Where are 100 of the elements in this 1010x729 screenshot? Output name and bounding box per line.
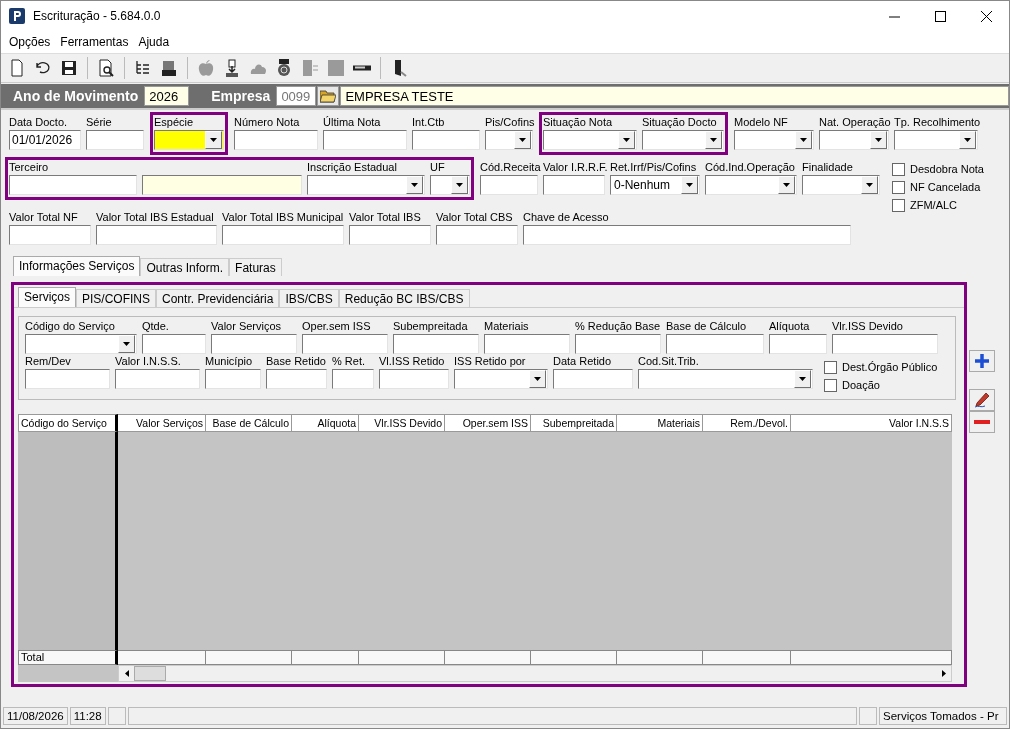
text-field[interactable]	[9, 175, 137, 195]
dropdown-button[interactable]	[861, 176, 878, 194]
dropdown-field[interactable]	[802, 175, 880, 195]
field-label: Inscrição Estadual	[307, 160, 398, 175]
text-field[interactable]	[436, 225, 518, 245]
scroll-thumb[interactable]	[134, 666, 166, 681]
edit-button[interactable]	[969, 389, 995, 411]
dropdown-field[interactable]	[819, 130, 889, 150]
column-header[interactable]: Vlr.ISS Devido	[359, 414, 445, 432]
dropdown-field[interactable]	[894, 130, 978, 150]
text-field[interactable]	[205, 369, 261, 389]
add-button[interactable]	[969, 350, 995, 372]
dropdown-button[interactable]	[778, 176, 795, 194]
dropdown-button[interactable]	[529, 370, 546, 388]
text-field[interactable]	[234, 130, 318, 150]
text-field[interactable]	[142, 334, 206, 354]
tab[interactable]: PIS/COFINS	[76, 289, 157, 307]
menu-item[interactable]: Ferramentas	[55, 35, 134, 49]
column-header[interactable]: Base de Cálculo	[206, 414, 292, 432]
text-field[interactable]	[266, 369, 327, 389]
field-label: Vl.ISS Retido	[379, 354, 446, 369]
column-header[interactable]: Valor Serviços	[118, 414, 206, 432]
text-field[interactable]	[666, 334, 764, 354]
checkbox[interactable]	[824, 360, 837, 374]
text-field[interactable]	[553, 369, 633, 389]
checkbox[interactable]	[892, 180, 905, 194]
dropdown-button[interactable]	[705, 131, 722, 149]
open-folder-button[interactable]	[317, 86, 340, 106]
text-field[interactable]	[86, 130, 144, 150]
tab[interactable]: Redução BC IBS/CBS	[338, 289, 470, 307]
company-name-field[interactable]: EMPRESA TESTE	[340, 86, 1009, 106]
text-field[interactable]	[349, 225, 431, 245]
text-field[interactable]	[484, 334, 570, 354]
text-field[interactable]	[9, 225, 91, 245]
field-label: Subempreitada	[393, 319, 469, 334]
text-field[interactable]	[379, 369, 449, 389]
dropdown-field[interactable]	[642, 130, 724, 150]
text-field[interactable]	[302, 334, 388, 354]
dropdown-field[interactable]	[705, 175, 797, 195]
dropdown-field[interactable]	[543, 130, 637, 150]
text-field[interactable]	[523, 225, 851, 245]
horizontal-scrollbar[interactable]	[118, 665, 952, 682]
menu-item[interactable]: Opções	[4, 35, 56, 49]
checkbox[interactable]	[892, 198, 905, 212]
text-field[interactable]	[115, 369, 200, 389]
year-field[interactable]: 2026	[144, 86, 190, 106]
dropdown-field[interactable]: 0-Nenhum	[610, 175, 700, 195]
column-header[interactable]: Oper.sem ISS	[445, 414, 531, 432]
column-header[interactable]: Valor I.N.S.S	[791, 414, 952, 432]
checkbox[interactable]	[824, 378, 837, 392]
text-field[interactable]: 01/01/2026	[9, 130, 81, 150]
text-field[interactable]	[332, 369, 374, 389]
text-field[interactable]	[25, 369, 110, 389]
caret-icon	[710, 138, 717, 142]
dropdown-field[interactable]	[307, 175, 425, 195]
remove-button[interactable]	[969, 411, 995, 433]
dropdown-field[interactable]	[430, 175, 470, 195]
text-field[interactable]	[769, 334, 827, 354]
dropdown-button[interactable]	[618, 131, 635, 149]
text-field[interactable]	[222, 225, 344, 245]
status-panel	[859, 707, 877, 725]
dropdown-button[interactable]	[795, 131, 812, 149]
dropdown-field[interactable]	[638, 369, 813, 389]
text-field[interactable]	[575, 334, 661, 354]
column-header[interactable]: Materiais	[617, 414, 703, 432]
text-field[interactable]	[543, 175, 605, 195]
text-field[interactable]	[480, 175, 538, 195]
text-field[interactable]	[96, 225, 217, 245]
text-field[interactable]	[211, 334, 297, 354]
text-field[interactable]	[412, 130, 480, 150]
dropdown-button[interactable]	[514, 131, 531, 149]
dropdown-button[interactable]	[681, 176, 698, 194]
tab[interactable]: Informações Serviços	[13, 256, 141, 276]
text-field[interactable]	[393, 334, 479, 354]
display-field[interactable]	[142, 175, 302, 195]
dropdown-button[interactable]	[794, 370, 811, 388]
dropdown-button[interactable]	[205, 131, 222, 149]
dropdown-field[interactable]	[154, 130, 224, 150]
tab[interactable]: IBS/CBS	[279, 289, 339, 307]
dropdown-field[interactable]	[485, 130, 533, 150]
tab[interactable]: Faturas	[229, 258, 282, 276]
text-field[interactable]	[832, 334, 938, 354]
dropdown-button[interactable]	[406, 176, 423, 194]
tab[interactable]: Serviços	[18, 287, 76, 307]
dropdown-button[interactable]	[118, 335, 135, 353]
dropdown-field[interactable]	[454, 369, 548, 389]
dropdown-field[interactable]	[734, 130, 814, 150]
menu-item[interactable]: Ajuda	[133, 35, 175, 49]
company-code-field[interactable]: 0099	[276, 86, 317, 106]
checkbox[interactable]	[892, 162, 905, 176]
dropdown-button[interactable]	[451, 176, 468, 194]
text-field[interactable]	[323, 130, 407, 150]
dropdown-field[interactable]	[25, 334, 137, 354]
tab[interactable]: Outras Inform.	[140, 258, 230, 276]
column-header[interactable]: Subempreitada	[531, 414, 617, 432]
dropdown-button[interactable]	[959, 131, 976, 149]
dropdown-button[interactable]	[870, 131, 887, 149]
column-header[interactable]: Rem./Devol.	[703, 414, 791, 432]
field-label: Tp. Recolhimento	[894, 115, 978, 130]
tab[interactable]: Contr. Previdenciária	[156, 289, 280, 307]
